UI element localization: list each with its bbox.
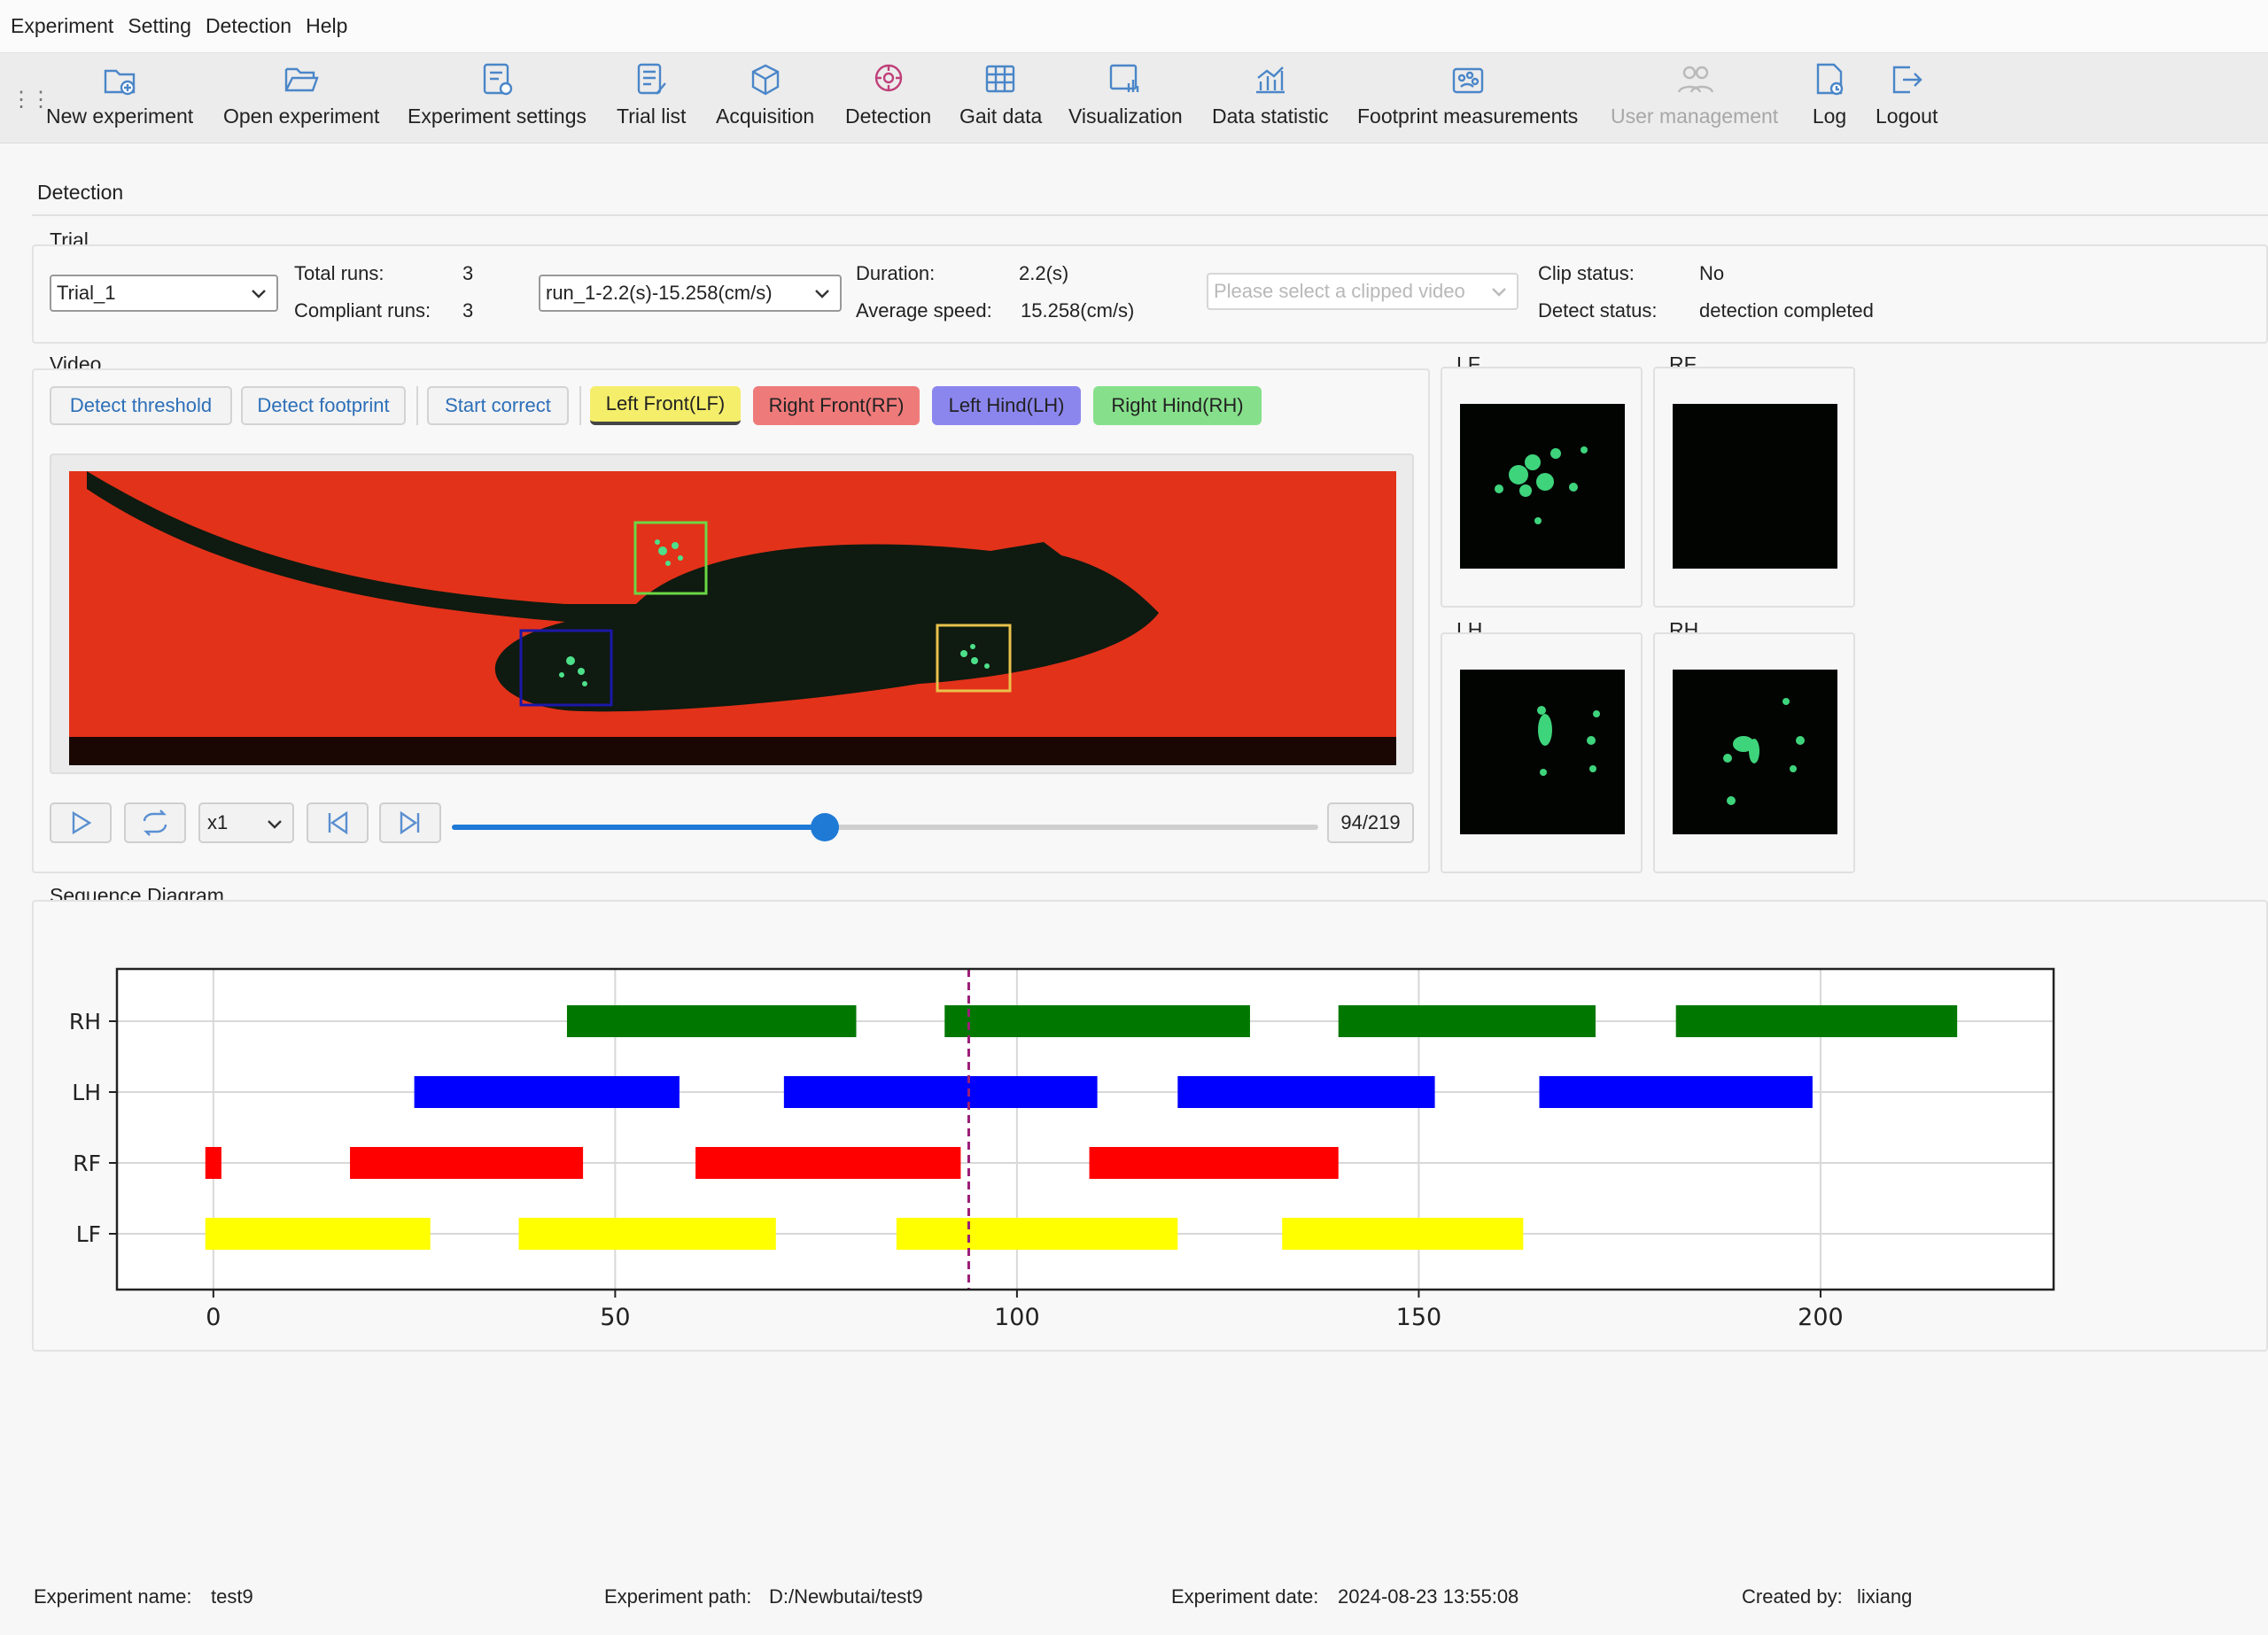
experiment-date-label: Experiment date: xyxy=(1171,1585,1319,1608)
experiment-path-value: D:/Newbutai/test9 xyxy=(769,1585,923,1608)
gait-bar-rh xyxy=(1338,1005,1596,1037)
created-by-value: lixiang xyxy=(1857,1585,1913,1608)
experiment-path-label: Experiment path: xyxy=(604,1585,752,1608)
gait-bar-rh xyxy=(944,1005,1250,1037)
experiment-date-value: 2024-08-23 13:55:08 xyxy=(1338,1585,1519,1608)
x-tick-label: 0 xyxy=(206,1304,221,1331)
y-tick-label: RF xyxy=(73,1151,101,1176)
gait-bar-lh xyxy=(783,1076,1098,1108)
x-tick-label: 150 xyxy=(1396,1304,1442,1331)
gait-bar-rh xyxy=(566,1005,857,1037)
sequence-diagram-chart: 0 50 100 150 200 RH LH RF LF xyxy=(69,967,2055,1331)
gait-bar-rh xyxy=(1675,1005,1958,1037)
gait-bar-rf xyxy=(1089,1147,1339,1179)
gait-bar-rf xyxy=(205,1147,221,1179)
x-tick-label: 200 xyxy=(1798,1304,1844,1331)
gait-bar-lf xyxy=(518,1218,776,1250)
app-window: Experiment Setting Detection Help ⋮⋮ New… xyxy=(0,0,2268,1635)
x-tick-label: 50 xyxy=(600,1304,630,1331)
gait-bar-rf xyxy=(695,1147,961,1179)
x-tick-label: 100 xyxy=(994,1304,1040,1331)
y-tick-label: RH xyxy=(69,1009,101,1034)
experiment-name-label: Experiment name: xyxy=(34,1585,192,1608)
gait-bar-lh xyxy=(414,1076,680,1108)
gait-bar-lf xyxy=(1282,1218,1524,1250)
y-tick-label: LH xyxy=(72,1080,101,1105)
gait-bar-lf xyxy=(205,1218,431,1250)
gait-bar-lh xyxy=(1177,1076,1435,1108)
gait-bar-lh xyxy=(1539,1076,1813,1108)
gait-bar-rf xyxy=(350,1147,584,1179)
gait-bar-lf xyxy=(896,1218,1178,1250)
created-by-label: Created by: xyxy=(1742,1585,1843,1608)
y-tick-label: LF xyxy=(76,1221,101,1247)
experiment-name-value: test9 xyxy=(211,1585,253,1608)
